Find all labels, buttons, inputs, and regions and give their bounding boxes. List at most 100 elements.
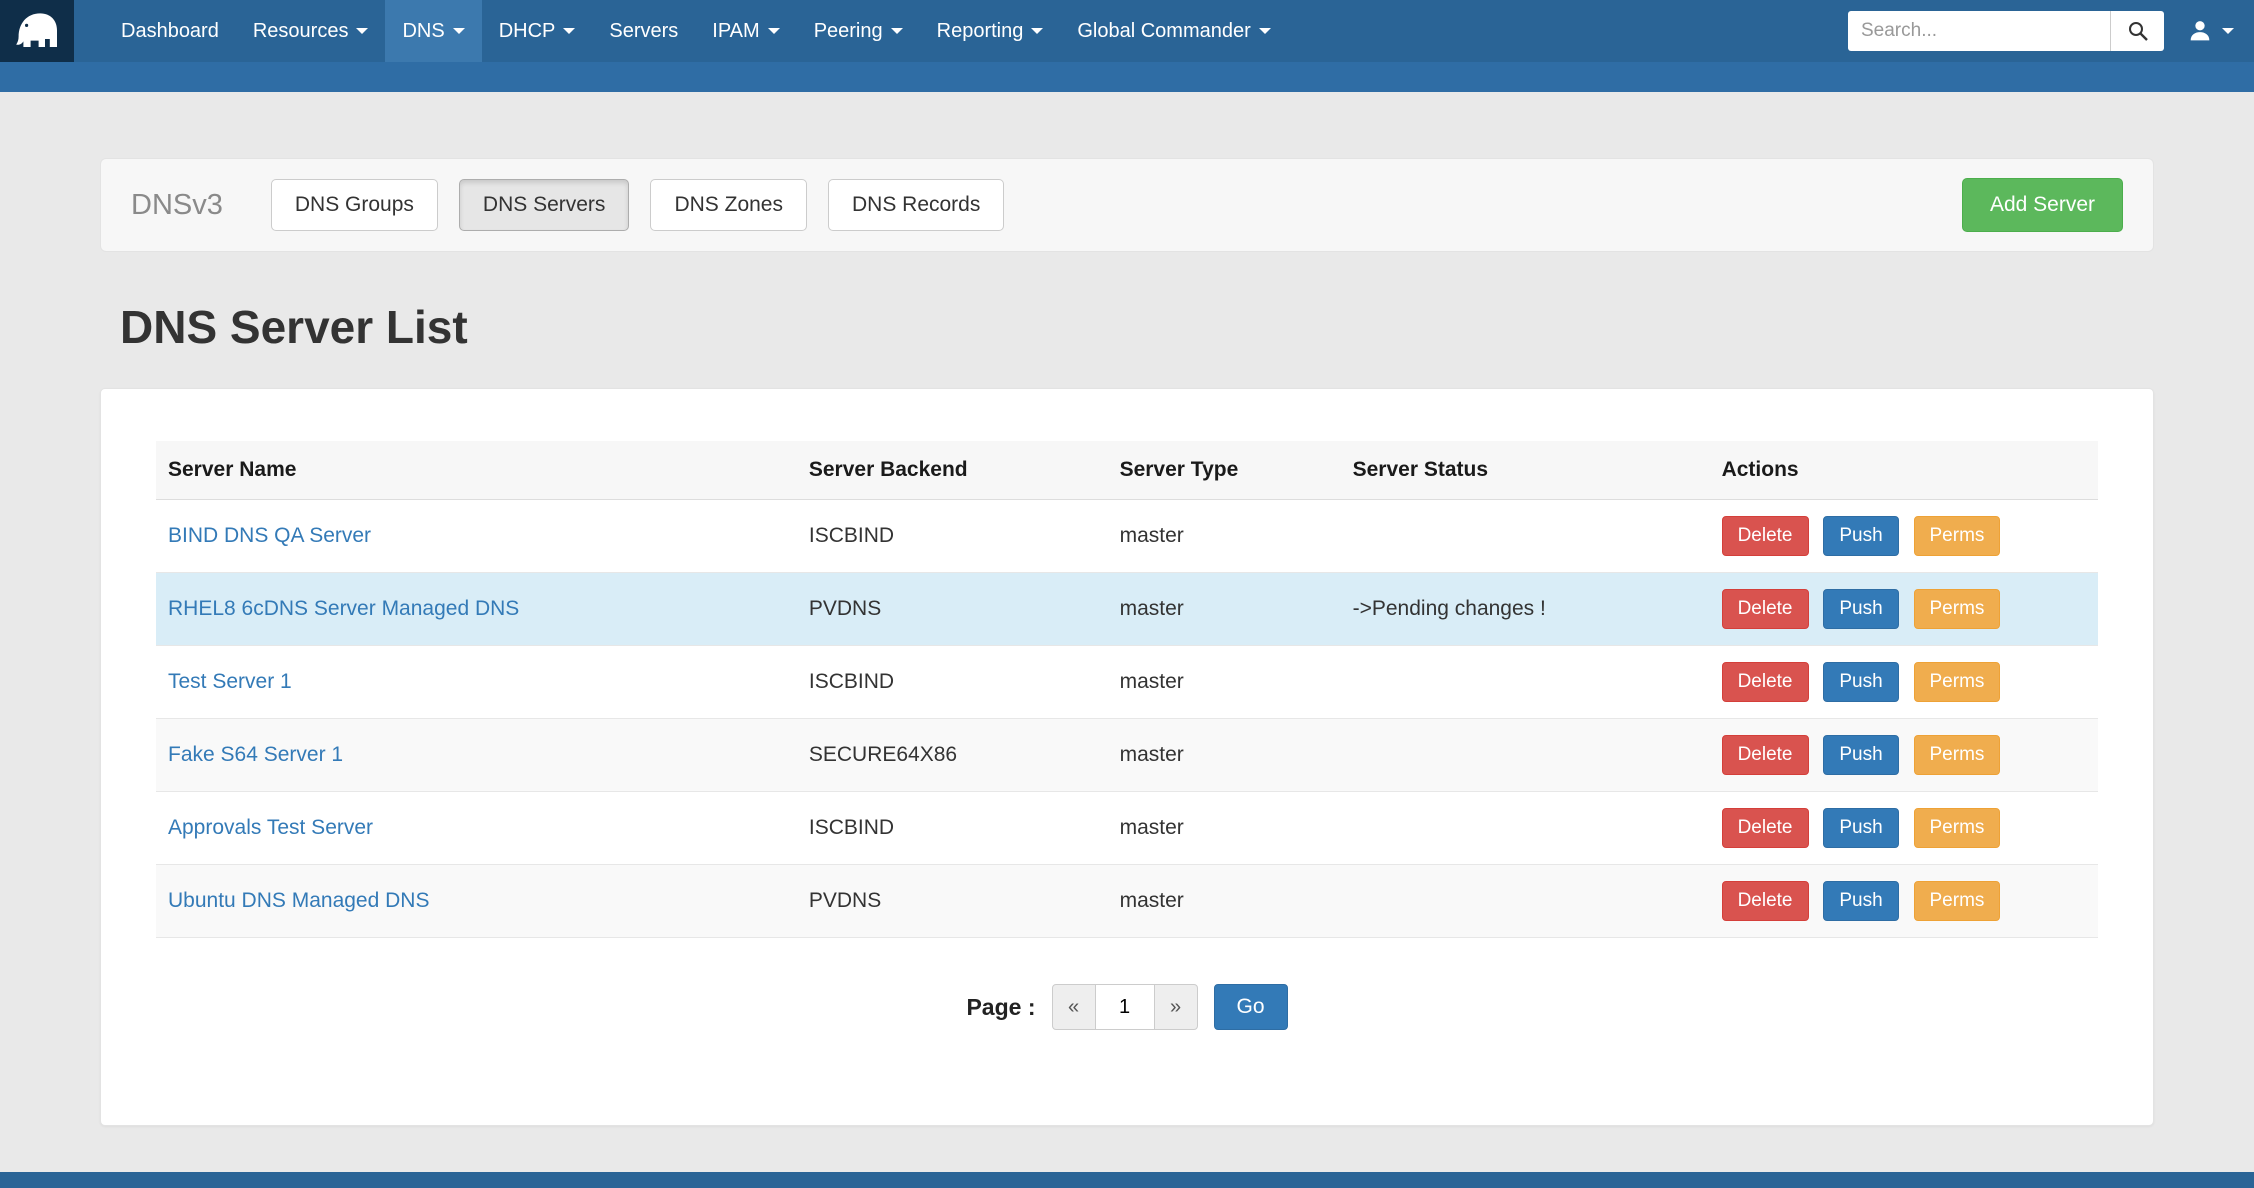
column-header-server-type: Server Type <box>1108 441 1341 500</box>
cell-backend: PVDNS <box>797 865 1108 938</box>
nav-item-ipam[interactable]: IPAM <box>695 0 796 62</box>
perms-button[interactable]: Perms <box>1914 808 2001 848</box>
server-table: Server Name Server Backend Server Type S… <box>156 441 2098 938</box>
user-icon <box>2186 17 2214 45</box>
tab-dns-records[interactable]: DNS Records <box>828 179 1004 231</box>
server-link[interactable]: Ubuntu DNS Managed DNS <box>168 889 429 912</box>
delete-button[interactable]: Delete <box>1722 589 1809 629</box>
server-link[interactable]: BIND DNS QA Server <box>168 524 371 547</box>
mammoth-icon <box>13 9 61 53</box>
chevron-down-icon <box>891 28 903 34</box>
nav-item-label: Servers <box>609 20 678 43</box>
nav-item-label: IPAM <box>712 20 759 43</box>
cell-backend: ISCBIND <box>797 500 1108 573</box>
server-list-card: Server Name Server Backend Server Type S… <box>100 388 2154 1126</box>
nav-item-dns[interactable]: DNS <box>385 0 481 62</box>
navbar-substrip <box>0 62 2254 92</box>
table-row: BIND DNS QA Server ISCBIND master Delete… <box>156 500 2098 573</box>
nav-item-label: DHCP <box>499 20 556 43</box>
perms-button[interactable]: Perms <box>1914 881 2001 921</box>
user-menu[interactable] <box>2186 17 2234 45</box>
cell-type: master <box>1108 500 1341 573</box>
table-row: Fake S64 Server 1 SECURE64X86 master Del… <box>156 719 2098 792</box>
search-button[interactable] <box>2110 11 2164 51</box>
cell-status: ->Pending changes ! <box>1341 573 1710 646</box>
cell-status <box>1341 865 1710 938</box>
cell-type: master <box>1108 865 1341 938</box>
prev-page-button[interactable]: « <box>1052 984 1096 1030</box>
nav-item-global-commander[interactable]: Global Commander <box>1060 0 1287 62</box>
cell-type: master <box>1108 792 1341 865</box>
push-button[interactable]: Push <box>1823 881 1898 921</box>
chevron-down-icon <box>2222 28 2234 34</box>
delete-button[interactable]: Delete <box>1722 662 1809 702</box>
column-header-server-name: Server Name <box>156 441 797 500</box>
search-input[interactable] <box>1848 11 2110 51</box>
search-icon <box>2126 19 2150 43</box>
push-button[interactable]: Push <box>1823 589 1898 629</box>
add-server-button[interactable]: Add Server <box>1962 178 2123 232</box>
nav-item-label: Global Commander <box>1077 20 1250 43</box>
chevron-down-icon <box>563 28 575 34</box>
server-link[interactable]: RHEL8 6cDNS Server Managed DNS <box>168 597 519 620</box>
top-navbar: Dashboard Resources DNS DHCP Servers IPA… <box>0 0 2254 62</box>
nav-item-servers[interactable]: Servers <box>592 0 695 62</box>
server-link[interactable]: Approvals Test Server <box>168 816 373 839</box>
push-button[interactable]: Push <box>1823 662 1898 702</box>
brand-logo[interactable] <box>0 0 74 62</box>
cell-type: master <box>1108 719 1341 792</box>
server-link[interactable]: Fake S64 Server 1 <box>168 743 343 766</box>
dns-toolbar: DNSv3 DNS Groups DNS Servers DNS Zones D… <box>100 158 2154 252</box>
cell-status <box>1341 500 1710 573</box>
nav-item-peering[interactable]: Peering <box>797 0 920 62</box>
tab-dns-groups[interactable]: DNS Groups <box>271 179 438 231</box>
chevron-down-icon <box>768 28 780 34</box>
nav-item-label: Resources <box>253 20 349 43</box>
perms-button[interactable]: Perms <box>1914 589 2001 629</box>
push-button[interactable]: Push <box>1823 735 1898 775</box>
footer-bar <box>0 1172 2254 1188</box>
pagination: Page : « » Go <box>156 984 2098 1030</box>
next-page-button[interactable]: » <box>1154 984 1198 1030</box>
tab-dns-servers[interactable]: DNS Servers <box>459 179 630 231</box>
push-button[interactable]: Push <box>1823 516 1898 556</box>
chevron-down-icon <box>356 28 368 34</box>
nav-item-label: Reporting <box>937 20 1024 43</box>
page-label: Page : <box>966 994 1035 1021</box>
page-input[interactable] <box>1096 984 1154 1030</box>
perms-button[interactable]: Perms <box>1914 516 2001 556</box>
delete-button[interactable]: Delete <box>1722 881 1809 921</box>
nav-item-dhcp[interactable]: DHCP <box>482 0 593 62</box>
nav-item-label: DNS <box>402 20 444 43</box>
cell-type: master <box>1108 573 1341 646</box>
chevron-down-icon <box>453 28 465 34</box>
main-content: DNSv3 DNS Groups DNS Servers DNS Zones D… <box>0 158 2254 1172</box>
nav-item-dashboard[interactable]: Dashboard <box>104 0 236 62</box>
nav-item-reporting[interactable]: Reporting <box>920 0 1061 62</box>
cell-status <box>1341 792 1710 865</box>
chevron-down-icon <box>1259 28 1271 34</box>
delete-button[interactable]: Delete <box>1722 808 1809 848</box>
cell-status <box>1341 646 1710 719</box>
main-nav: Dashboard Resources DNS DHCP Servers IPA… <box>104 0 1288 62</box>
nav-item-label: Dashboard <box>121 20 219 43</box>
cell-status <box>1341 719 1710 792</box>
search-group <box>1848 11 2164 51</box>
navbar-right <box>1848 0 2254 62</box>
perms-button[interactable]: Perms <box>1914 662 2001 702</box>
table-row: Test Server 1 ISCBIND master Delete Push… <box>156 646 2098 719</box>
perms-button[interactable]: Perms <box>1914 735 2001 775</box>
tab-dns-zones[interactable]: DNS Zones <box>650 179 807 231</box>
table-row: Ubuntu DNS Managed DNS PVDNS master Dele… <box>156 865 2098 938</box>
table-row: RHEL8 6cDNS Server Managed DNS PVDNS mas… <box>156 573 2098 646</box>
server-link[interactable]: Test Server 1 <box>168 670 292 693</box>
cell-backend: ISCBIND <box>797 792 1108 865</box>
nav-item-resources[interactable]: Resources <box>236 0 386 62</box>
go-button[interactable]: Go <box>1214 984 1288 1030</box>
cell-backend: PVDNS <box>797 573 1108 646</box>
push-button[interactable]: Push <box>1823 808 1898 848</box>
delete-button[interactable]: Delete <box>1722 735 1809 775</box>
table-row: Approvals Test Server ISCBIND master Del… <box>156 792 2098 865</box>
cell-backend: SECURE64X86 <box>797 719 1108 792</box>
delete-button[interactable]: Delete <box>1722 516 1809 556</box>
